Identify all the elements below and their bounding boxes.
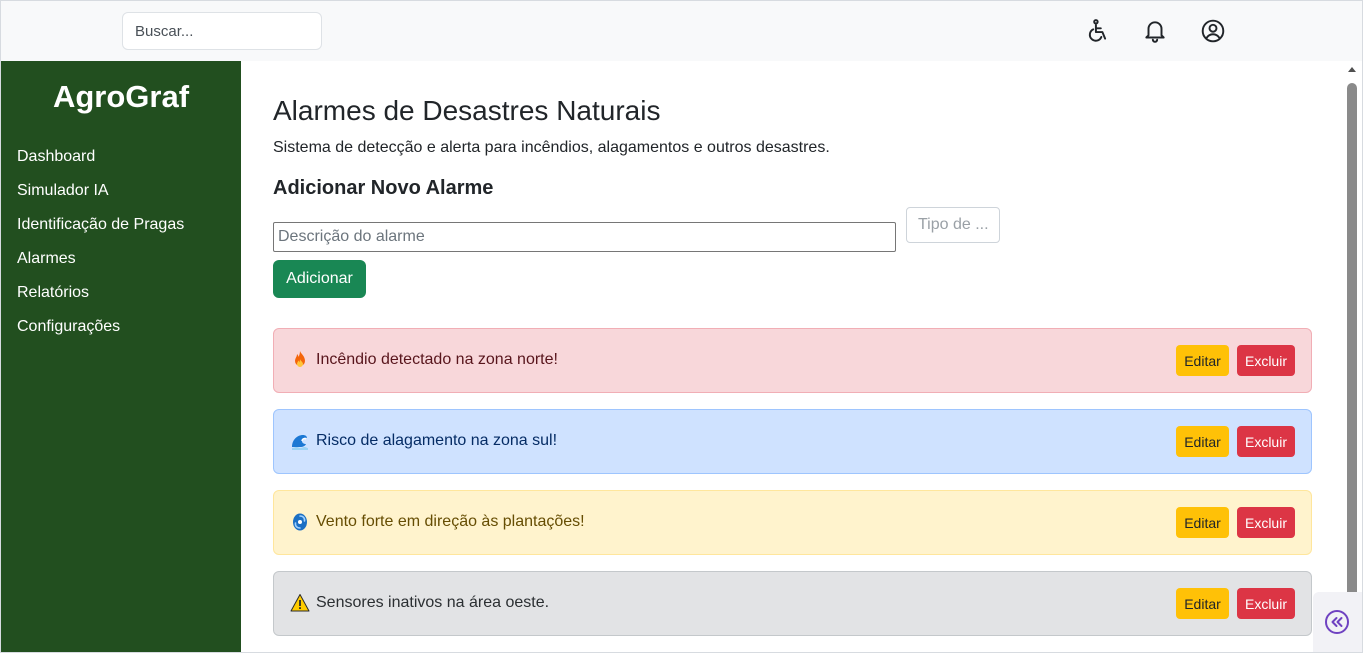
top-bar — [1, 1, 1362, 61]
alarm-description-input[interactable] — [273, 222, 896, 252]
alarm-type-select[interactable]: Tipo de ... — [906, 207, 1000, 243]
scroll-thumb[interactable] — [1347, 83, 1357, 638]
alarm-text: Risco de alagamento na zona sul! — [316, 432, 558, 449]
accessibility-icon[interactable] — [1084, 18, 1110, 44]
alarm-text: Vento forte em direção às plantações! — [316, 513, 585, 530]
search-input[interactable] — [122, 12, 322, 50]
page-subtitle: Sistema de detecção e alerta para incênd… — [273, 139, 830, 156]
sidebar-item-relatorios[interactable]: Relatórios — [17, 283, 184, 317]
edit-button[interactable]: Editar — [1176, 507, 1229, 538]
delete-button[interactable]: Excluir — [1237, 426, 1295, 457]
sidebar-item-alarmes[interactable]: Alarmes — [17, 249, 184, 283]
alarm-text: Sensores inativos na área oeste. — [316, 594, 550, 611]
edit-button[interactable]: Editar — [1176, 345, 1229, 376]
page-title: Alarmes de Desastres Naturais — [273, 95, 661, 126]
edit-button[interactable]: Editar — [1176, 426, 1229, 457]
collapse-panel-button[interactable] — [1313, 592, 1362, 652]
add-alarm-button[interactable]: Adicionar — [273, 260, 366, 298]
sidebar-item-identificacao-pragas[interactable]: Identificação de Pragas — [17, 215, 184, 249]
edit-button[interactable]: Editar — [1176, 588, 1229, 619]
brand-logo[interactable]: AgroGraf — [1, 79, 241, 115]
alarm-item: Incêndio detectado na zona norte! Editar… — [273, 328, 1312, 393]
double-chevron-left-icon — [1325, 610, 1349, 634]
delete-button[interactable]: Excluir — [1237, 588, 1295, 619]
main-content: Alarmes de Desastres Naturais Sistema de… — [241, 61, 1343, 652]
delete-button[interactable]: Excluir — [1237, 345, 1295, 376]
sidebar-item-dashboard[interactable]: Dashboard — [17, 147, 184, 181]
warning-icon — [290, 593, 312, 615]
sidebar-item-configuracoes[interactable]: Configurações — [17, 317, 184, 351]
sidebar: AgroGraf Dashboard Simulador IA Identifi… — [1, 61, 241, 652]
alarm-item: Risco de alagamento na zona sul! Editar … — [273, 409, 1312, 474]
sidebar-item-simulador-ia[interactable]: Simulador IA — [17, 181, 184, 215]
user-circle-icon[interactable] — [1200, 18, 1226, 44]
vertical-scrollbar[interactable] — [1343, 61, 1362, 652]
wave-icon — [290, 431, 312, 453]
fire-icon — [290, 350, 312, 372]
section-title: Adicionar Novo Alarme — [273, 177, 494, 199]
sidebar-nav: Dashboard Simulador IA Identificação de … — [17, 147, 184, 351]
alarm-item: Vento forte em direção às plantações! Ed… — [273, 490, 1312, 555]
alarm-text: Incêndio detectado na zona norte! — [316, 351, 558, 368]
delete-button[interactable]: Excluir — [1237, 507, 1295, 538]
cyclone-icon — [290, 512, 312, 534]
alarm-item: Sensores inativos na área oeste. Editar … — [273, 571, 1312, 636]
bell-icon[interactable] — [1142, 18, 1168, 44]
scroll-up-arrow-icon[interactable] — [1348, 67, 1356, 72]
